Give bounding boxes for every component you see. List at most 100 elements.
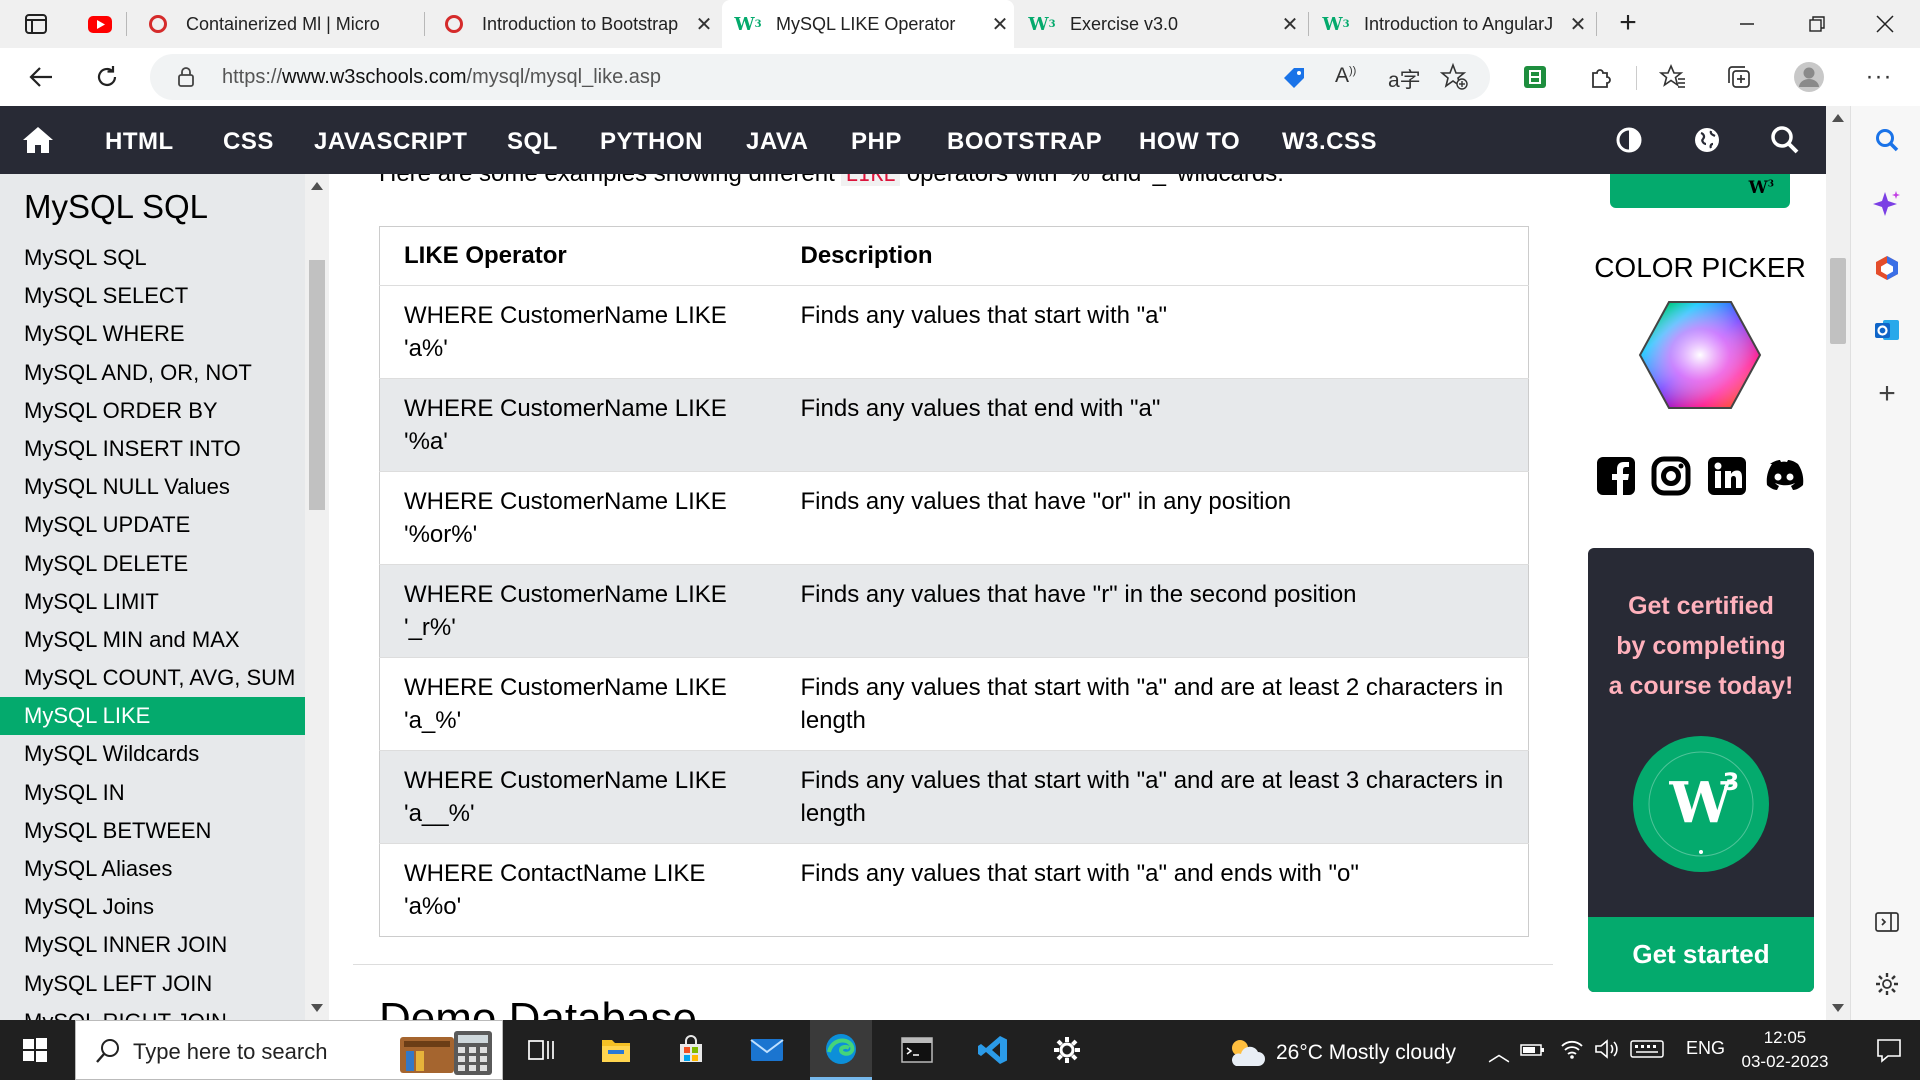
hide-sidebar-icon[interactable] [1871,906,1903,938]
scroll-down-arrow-icon[interactable] [1832,1004,1844,1012]
add-panel-icon[interactable]: + [1871,377,1903,410]
file-explorer-icon[interactable] [585,1020,647,1080]
windows-start-icon[interactable] [4,1020,66,1080]
outlook-icon[interactable] [1871,314,1903,346]
clock[interactable]: 12:05 03-02-2023 [1730,1026,1840,1074]
home-icon[interactable] [21,123,55,157]
office-icon[interactable] [1871,252,1903,284]
sidebar-item[interactable]: MySQL Joins [0,888,305,926]
nav-python[interactable]: PYTHON [600,128,703,156]
scroll-down-arrow-icon[interactable] [311,1004,323,1012]
close-tab-icon[interactable]: ✕ [690,12,718,37]
sidebar-item[interactable]: MySQL ORDER BY [0,392,305,430]
close-window-icon[interactable] [1850,0,1920,48]
close-tab-icon[interactable]: ✕ [1276,12,1304,37]
color-picker-hexagon-icon[interactable] [1638,300,1762,410]
sidebar-item[interactable]: MySQL INNER JOIN [0,926,305,964]
nav-java[interactable]: JAVA [746,128,808,156]
battery-icon[interactable] [1520,1040,1546,1058]
refresh-icon[interactable] [86,56,128,98]
terminal-icon[interactable] [886,1020,948,1080]
read-aloud-icon[interactable]: A)) [1335,64,1356,88]
language-indicator[interactable]: ENG [1686,1038,1725,1059]
sidebar-item[interactable]: MySQL Wildcards [0,735,305,773]
add-favorite-icon[interactable] [1439,62,1470,97]
sidebar-item[interactable]: MySQL BETWEEN [0,812,305,850]
sidebar-scrollbar[interactable] [305,174,329,1020]
dark-mode-icon[interactable] [1612,123,1646,157]
sidebar-item[interactable]: MySQL AND, OR, NOT [0,354,305,392]
color-picker-label[interactable]: COLOR PICKER [1574,252,1826,284]
sidebar-item[interactable]: MySQL MIN and MAX [0,621,305,659]
tab-introduction-to-bootstrap[interactable]: Introduction to Bootstrap ✕ [428,0,718,48]
weather-widget[interactable]: 26°C Mostly cloudy [1226,1036,1456,1070]
close-tab-icon[interactable]: ✕ [1564,12,1592,37]
shopping-tag-icon[interactable] [1280,64,1308,97]
sidebar-item[interactable]: MySQL COUNT, AVG, SUM [0,659,305,697]
tab-mysql-like-operator[interactable]: W3 MySQL LIKE Operator ✕ [722,0,1014,48]
chevron-up-icon[interactable]: ︿ [1488,1036,1510,1068]
notifications-icon[interactable] [1858,1020,1920,1080]
sidebar-item[interactable]: MySQL DELETE [0,545,305,583]
search-icon[interactable] [1871,124,1903,156]
nav-sql[interactable]: SQL [507,128,558,156]
sidebar-item[interactable]: MySQL LIMIT [0,583,305,621]
lock-icon[interactable] [176,66,196,93]
restore-icon[interactable] [1782,0,1852,48]
edge-taskbar-icon[interactable] [810,1020,872,1080]
sidebar-item[interactable]: MySQL RIGHT JOIN [0,1003,305,1020]
facebook-icon[interactable] [1596,456,1636,496]
sidebar-item[interactable]: MySQL Aliases [0,850,305,888]
minimize-icon[interactable] [1712,0,1782,48]
page-scroll-thumb[interactable] [1830,258,1846,344]
w3schools-banner[interactable]: W3 [1610,174,1790,208]
sidebar-item[interactable]: MySQL INSERT INTO [0,430,305,468]
vscode-icon[interactable] [962,1020,1024,1080]
taskbar-search-box[interactable]: Type here to search [75,1020,503,1080]
keyboard-icon[interactable] [1630,1040,1664,1058]
discord-icon[interactable] [1762,456,1806,496]
sidebar-item[interactable]: MySQL IN [0,774,305,812]
nav-how-to[interactable]: HOW TO [1139,128,1240,156]
sidebar-item[interactable]: MySQL NULL Values [0,468,305,506]
tab-introduction-to-angularjs[interactable]: W3 Introduction to AngularJ ✕ [1310,0,1592,48]
scroll-up-arrow-icon[interactable] [1832,114,1844,122]
back-arrow-icon[interactable] [20,56,62,98]
instagram-icon[interactable] [1651,456,1691,496]
mail-icon[interactable] [736,1020,798,1080]
address-bar[interactable]: https://www.w3schools.com/mysql/mysql_li… [150,54,1490,100]
linkedin-icon[interactable] [1707,456,1747,496]
close-tab-icon[interactable]: ✕ [986,12,1014,37]
extension-green-icon[interactable] [1514,56,1556,98]
scroll-up-arrow-icon[interactable] [311,182,323,190]
sidebar-item[interactable]: MySQL UPDATE [0,506,305,544]
nav-bootstrap[interactable]: BOOTSTRAP [947,128,1102,156]
sidebar-item[interactable]: MySQL SQL [0,239,305,277]
nav-php[interactable]: PHP [851,128,902,156]
extensions-puzzle-icon[interactable] [1580,56,1622,98]
globe-icon[interactable] [1690,123,1724,157]
sidebar-item[interactable]: MySQL SELECT [0,277,305,315]
sidebar-scroll-thumb[interactable] [309,260,325,510]
sidebar-item[interactable]: MySQL LIKE [0,697,305,736]
youtube-pinned-tab-icon[interactable] [86,10,114,38]
search-icon[interactable] [1768,123,1802,157]
translate-icon[interactable]: a字 [1388,64,1421,94]
settings-gear-icon[interactable] [1036,1020,1098,1080]
sidebar-item[interactable]: MySQL LEFT JOIN [0,965,305,1003]
tab-actions-icon[interactable] [22,10,50,38]
wifi-icon[interactable] [1560,1038,1584,1060]
tab-exercise[interactable]: W3 Exercise v3.0 ✕ [1016,0,1304,48]
task-view-icon[interactable] [510,1020,572,1080]
settings-gear-icon[interactable] [1871,968,1903,1000]
nav-css[interactable]: CSS [223,128,274,156]
nav-w3css[interactable]: W3.CSS [1282,128,1377,156]
nav-html[interactable]: HTML [105,128,174,156]
nav-javascript[interactable]: JAVASCRIPT [314,128,467,156]
tab-containerized-ml[interactable]: Containerized Ml | Micro [132,0,422,48]
get-started-button[interactable]: Get started [1588,917,1814,992]
sidebar-item[interactable]: MySQL WHERE [0,315,305,353]
sparkle-icon[interactable] [1871,188,1903,220]
new-tab-icon[interactable]: + [1614,8,1642,38]
collections-icon[interactable] [1718,56,1760,98]
